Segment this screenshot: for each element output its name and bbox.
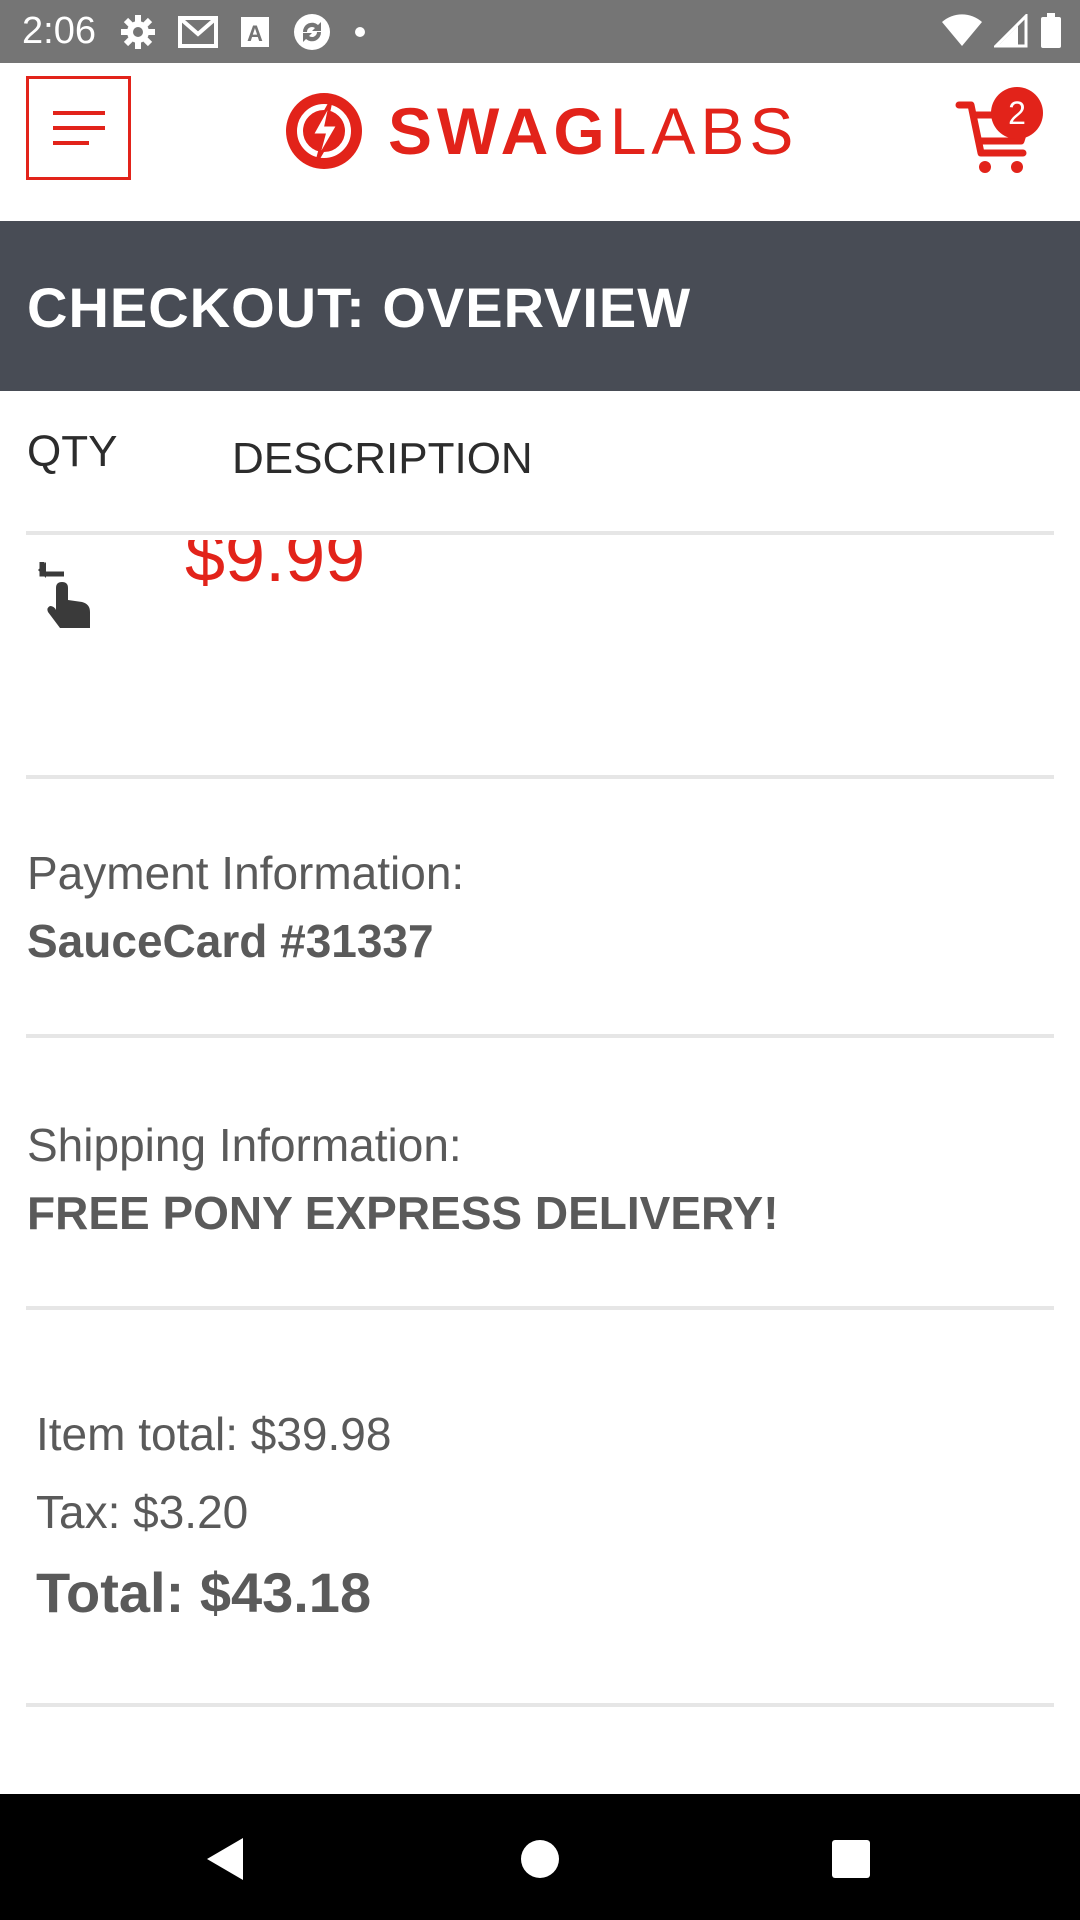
settings-icon [121, 15, 155, 49]
divider [26, 1306, 1054, 1310]
svg-text:A: A [247, 21, 263, 46]
item-total: Item total: $39.98 [36, 1408, 392, 1460]
app-header: SWAGLABS 2 [0, 63, 1080, 221]
back-icon [207, 1838, 243, 1880]
font-icon: A [241, 17, 269, 47]
divider [26, 775, 1054, 779]
gmail-icon [178, 16, 218, 48]
logo-text-labs: LABS [609, 94, 799, 168]
navigation-bar [0, 1794, 1080, 1920]
recents-button[interactable] [816, 1824, 886, 1894]
swipe-icon [38, 562, 90, 628]
item-price: $9.99 [185, 540, 366, 597]
back-button[interactable] [191, 1824, 261, 1894]
tax-amount: Tax: $3.20 [36, 1486, 249, 1538]
recents-icon [832, 1840, 870, 1878]
sync-icon [294, 14, 330, 50]
status-bar: 2:06 A [0, 0, 1080, 63]
title-bar: CHECKOUT: OVERVIEW [0, 221, 1080, 391]
cart-badge: 2 [991, 87, 1043, 139]
shipping-info-label: Shipping Information: [27, 1119, 462, 1171]
home-button[interactable] [505, 1824, 575, 1894]
payment-info-value: SauceCard #31337 [27, 915, 434, 967]
home-icon [521, 1840, 559, 1878]
divider [26, 1034, 1054, 1038]
cart-button[interactable]: 2 [955, 85, 1055, 185]
logo-text: SWAGLABS [388, 89, 798, 173]
page-title: CHECKOUT: OVERVIEW [27, 276, 692, 339]
status-icons-left: A [120, 12, 366, 52]
description-column-header: DESCRIPTION [232, 434, 533, 483]
cart-item: $9.99 [0, 540, 1080, 770]
status-time: 2:06 [22, 10, 96, 52]
payment-info-label: Payment Information: [27, 847, 465, 899]
signal-icon [994, 14, 1028, 48]
hamburger-icon [52, 111, 105, 145]
divider [26, 1703, 1054, 1707]
dot-icon [355, 27, 365, 37]
grand-total: Total: $43.18 [36, 1561, 372, 1624]
status-icons-right [942, 10, 1062, 52]
wifi-icon [942, 14, 982, 46]
divider [26, 531, 1054, 535]
logo-text-swag: SWAG [388, 94, 610, 168]
battery-icon [1041, 13, 1061, 48]
menu-button[interactable] [26, 76, 131, 180]
logo-bolt-icon [286, 93, 362, 169]
shipping-info-value: FREE PONY EXPRESS DELIVERY! [27, 1187, 779, 1239]
swag-labs-logo: SWAGLABS [284, 89, 798, 173]
qty-column-header: QTY [27, 427, 118, 476]
